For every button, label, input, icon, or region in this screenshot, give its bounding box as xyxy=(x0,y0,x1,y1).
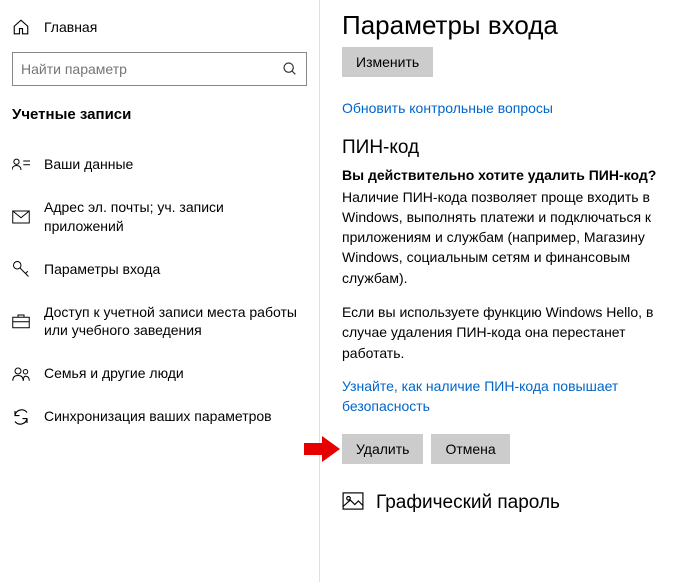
section-title: Учетные записи xyxy=(0,106,319,143)
learn-more-link[interactable]: Узнайте, как наличие ПИН-кода повышает б… xyxy=(342,377,678,416)
sidebar-item-label: Ваши данные xyxy=(44,155,307,174)
content: Параметры входа Изменить Обновить контро… xyxy=(320,0,700,582)
sidebar-item-sync[interactable]: Синхронизация ваших параметров xyxy=(0,395,319,438)
pin-confirm-question: Вы действительно хотите удалить ПИН-код? xyxy=(342,167,678,183)
sidebar-item-label: Синхронизация ваших параметров xyxy=(44,407,307,426)
pin-button-row: Удалить Отмена xyxy=(342,434,678,464)
search-input[interactable] xyxy=(21,61,282,77)
red-arrow-annotation xyxy=(304,436,340,462)
key-icon xyxy=(12,260,30,278)
sync-icon xyxy=(12,408,30,426)
update-questions-link[interactable]: Обновить контрольные вопросы xyxy=(342,99,678,119)
sidebar-item-label: Семья и другие люди xyxy=(44,364,307,383)
change-button[interactable]: Изменить xyxy=(342,47,433,77)
home-link[interactable]: Главная xyxy=(0,18,319,52)
pin-body-1: Наличие ПИН-кода позволяет проще входить… xyxy=(342,187,678,288)
picture-password-label: Графический пароль xyxy=(376,492,560,514)
sidebar-item-your-info[interactable]: Ваши данные xyxy=(0,143,319,186)
person-card-icon xyxy=(12,155,30,173)
sidebar-item-label: Параметры входа xyxy=(44,260,307,279)
pin-body-2: Если вы используете функцию Windows Hell… xyxy=(342,302,678,363)
sidebar-item-label: Адрес эл. почты; уч. записи приложений xyxy=(44,198,307,236)
pin-heading: ПИН-код xyxy=(342,137,678,159)
sidebar-item-work-access[interactable]: Доступ к учетной записи места работы или… xyxy=(0,291,319,353)
sidebar: Главная Учетные записи Ваши данные Адрес… xyxy=(0,0,320,582)
picture-password-heading: Графический пароль xyxy=(342,492,678,514)
sidebar-item-family[interactable]: Семья и другие люди xyxy=(0,352,319,395)
mail-icon xyxy=(12,208,30,226)
people-icon xyxy=(12,365,30,383)
home-icon xyxy=(12,18,30,36)
picture-icon xyxy=(342,492,364,514)
sidebar-item-signin-options[interactable]: Параметры входа xyxy=(0,248,319,291)
page-title: Параметры входа xyxy=(342,10,678,41)
briefcase-icon xyxy=(12,312,30,330)
sidebar-item-label: Доступ к учетной записи места работы или… xyxy=(44,303,307,341)
sidebar-item-email-accounts[interactable]: Адрес эл. почты; уч. записи приложений xyxy=(0,186,319,248)
cancel-button[interactable]: Отмена xyxy=(431,434,509,464)
search-box[interactable] xyxy=(12,52,307,86)
delete-button[interactable]: Удалить xyxy=(342,434,423,464)
home-label: Главная xyxy=(44,19,97,35)
search-icon xyxy=(282,61,298,77)
